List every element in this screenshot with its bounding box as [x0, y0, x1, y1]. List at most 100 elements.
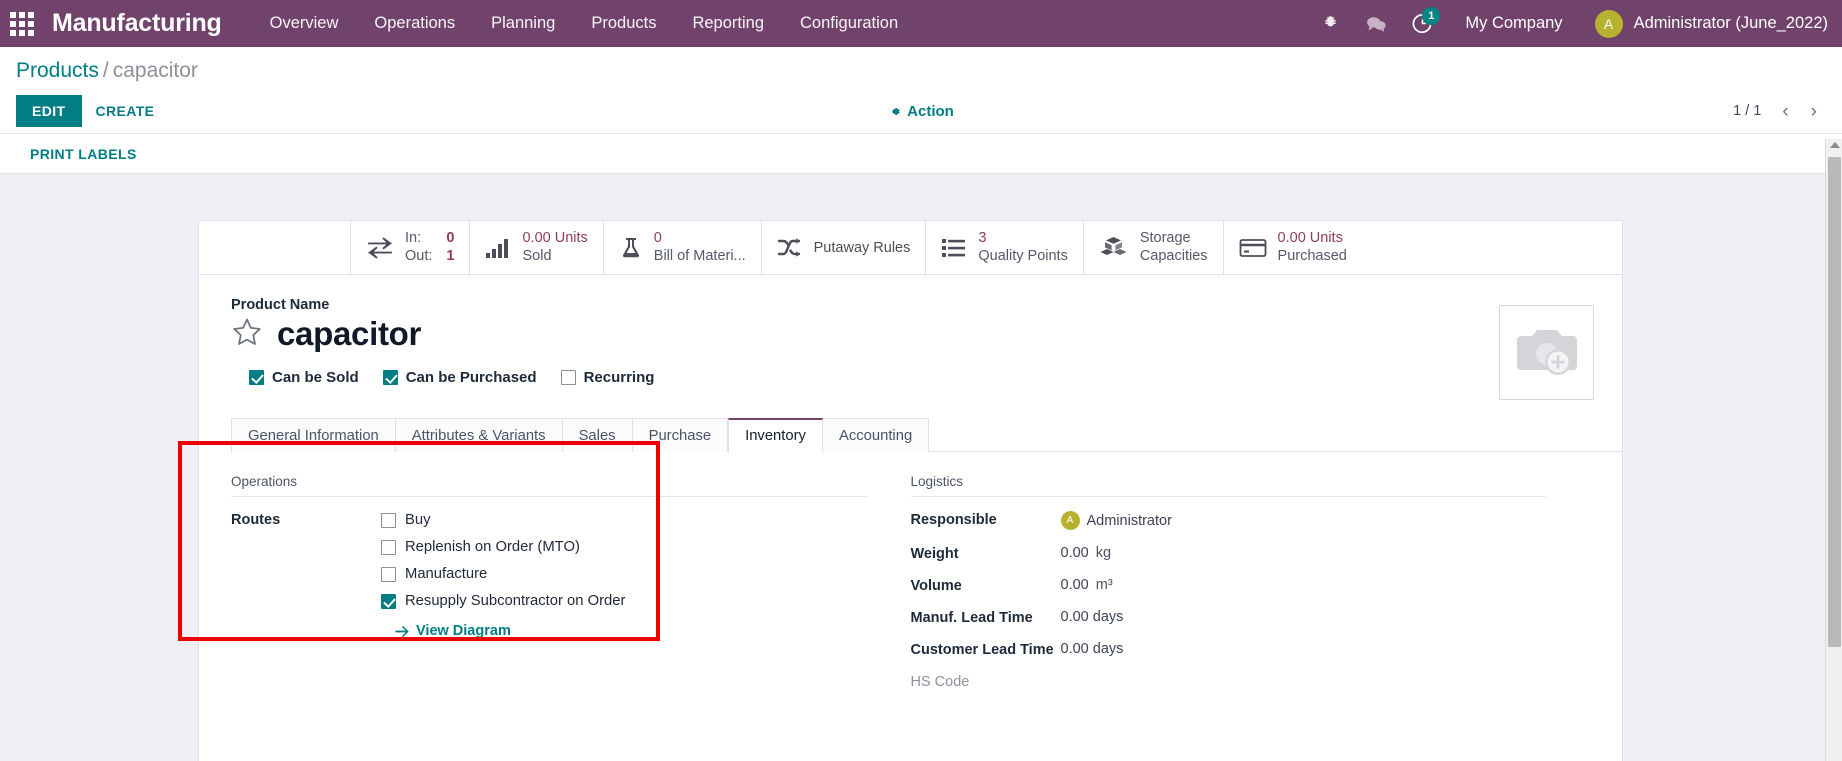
weight-number: 0.00 — [1060, 545, 1089, 561]
activity-clock-icon[interactable]: 1 — [1405, 0, 1441, 47]
pager-previous-button[interactable]: ‹ — [1773, 100, 1797, 123]
volume-number: 0.00 — [1060, 577, 1089, 593]
flag-can-be-sold[interactable]: Can be Sold — [249, 369, 359, 386]
smart-button-putaway-rules[interactable]: Putaway Rules — [762, 221, 927, 274]
in-label: In: — [405, 230, 422, 247]
route-buy-checkbox[interactable] — [381, 512, 396, 528]
smart-button-forecasted[interactable]: In: 0 Out: 1 — [351, 221, 471, 274]
activity-count-badge: 1 — [1422, 7, 1441, 25]
hs-code-label: HS Code — [910, 674, 970, 690]
breadcrumb-current: capacitor — [112, 59, 198, 82]
weight-unit: kg — [1095, 545, 1112, 561]
avatar: A — [1594, 9, 1623, 38]
route-manufacture-label: Manufacture — [405, 566, 488, 582]
user-menu[interactable]: A Administrator (June_2022) — [1583, 9, 1828, 38]
putaway-rules-label: Putaway Rules — [813, 239, 911, 256]
weight-value[interactable]: 0.00 kg — [1061, 545, 1112, 561]
control-panel-buttons-row: EDIT CREATE Action 1 / 1 ‹ › — [16, 91, 1826, 131]
bug-icon[interactable] — [1313, 0, 1347, 47]
routes-field-row: Routes Buy Replenish on Order (MTO) Manu… — [231, 511, 867, 639]
action-button[interactable]: Action — [888, 103, 954, 120]
tab-purchase[interactable]: Purchase — [632, 418, 729, 452]
can-be-sold-label: Can be Sold — [272, 369, 359, 386]
smart-button-sold[interactable]: 0.00 Units Sold — [470, 221, 604, 274]
route-buy[interactable]: Buy — [381, 512, 625, 528]
manuf-lead-time-value[interactable]: 0.00 days — [1061, 609, 1124, 625]
responsible-field-row: Responsible A Administrator — [911, 511, 1547, 530]
product-title-row: capacitor — [231, 316, 1594, 353]
route-replenish-on-order-checkbox[interactable] — [381, 539, 396, 555]
arrow-right-icon — [395, 625, 409, 637]
can-be-purchased-checkbox[interactable] — [382, 370, 398, 385]
storage-label: Capacities — [1139, 247, 1208, 264]
star-outline-icon[interactable] — [231, 316, 263, 353]
route-resupply-subcontractor-checkbox[interactable] — [381, 593, 396, 609]
volume-unit: m³ — [1095, 577, 1113, 593]
list-icon — [941, 237, 967, 259]
breadcrumb-products[interactable]: Products — [16, 59, 99, 82]
apps-grid-icon[interactable] — [6, 8, 38, 40]
route-resupply-subcontractor[interactable]: Resupply Subcontractor on Order — [381, 593, 625, 609]
scrollbar-thumb[interactable] — [1828, 157, 1841, 647]
pager-next-button[interactable]: › — [1802, 100, 1826, 123]
operations-group-title: Operations — [231, 474, 867, 497]
recurring-checkbox[interactable] — [560, 370, 576, 385]
messages-icon[interactable] — [1359, 0, 1393, 47]
sold-label: Sold — [522, 247, 552, 264]
responsible-value[interactable]: A Administrator — [1060, 511, 1172, 530]
menu-item-products[interactable]: Products — [573, 0, 674, 47]
recurring-label: Recurring — [583, 369, 655, 386]
smart-button-quality-points[interactable]: 3 Quality Points — [926, 221, 1084, 274]
route-manufacture-checkbox[interactable] — [381, 566, 396, 582]
company-switcher[interactable]: My Company — [1445, 14, 1582, 33]
edit-button[interactable]: EDIT — [16, 95, 82, 127]
route-replenish-on-order[interactable]: Replenish on Order (MTO) — [381, 539, 625, 555]
tabs-filler — [929, 418, 1590, 452]
route-manufacture[interactable]: Manufacture — [381, 566, 625, 582]
menu-item-operations[interactable]: Operations — [356, 0, 473, 47]
can-be-sold-checkbox[interactable] — [249, 370, 264, 385]
print-labels-button[interactable]: PRINT LABELS — [16, 138, 151, 170]
menu-item-planning[interactable]: Planning — [473, 0, 573, 47]
storage-value: Storage — [1139, 230, 1191, 247]
boxes-icon — [1099, 236, 1129, 260]
app-brand-title[interactable]: Manufacturing — [52, 9, 222, 38]
tab-inventory[interactable]: Inventory — [728, 418, 823, 452]
action-button-label: Action — [907, 102, 954, 120]
smart-button-bill-of-materials[interactable]: 0 Bill of Materi... — [604, 221, 762, 274]
smart-button-storage-capacities[interactable]: Storage Capacities — [1084, 221, 1224, 274]
purchased-label: Purchased — [1277, 247, 1347, 264]
menu-item-overview[interactable]: Overview — [252, 0, 357, 47]
page-title: capacitor — [277, 315, 422, 353]
weight-field-row: Weight 0.00 kg — [911, 545, 1547, 562]
scroll-up-arrow-icon[interactable] — [1830, 142, 1840, 148]
top-navbar: Manufacturing Overview Operations Planni… — [0, 0, 1842, 47]
weight-label: Weight — [910, 546, 959, 562]
flag-can-be-purchased[interactable]: Can be Purchased — [382, 369, 537, 386]
create-button[interactable]: CREATE — [82, 95, 169, 127]
smart-button-forecasted-values: In: 0 Out: 1 — [405, 230, 454, 264]
main-menu: Overview Operations Planning Products Re… — [252, 0, 917, 47]
flag-recurring[interactable]: Recurring — [560, 369, 655, 386]
tab-accounting[interactable]: Accounting — [822, 418, 930, 452]
view-diagram-link[interactable]: View Diagram — [395, 623, 625, 639]
content-area: In: 0 Out: 1 0.00 Units Sold 0 Bill of M… — [0, 180, 1842, 761]
vertical-scrollbar[interactable] — [1825, 139, 1842, 761]
pager-value: 1 / 1 — [1733, 103, 1762, 119]
purchased-value: 0.00 Units — [1277, 230, 1343, 247]
tab-general-information[interactable]: General Information — [231, 418, 396, 452]
tab-attributes-variants[interactable]: Attributes & Variants — [395, 418, 563, 452]
volume-value[interactable]: 0.00 m³ — [1061, 577, 1113, 593]
smart-button-quality-text: 3 Quality Points — [978, 230, 1067, 264]
customer-lead-time-label: Customer Lead Time — [910, 642, 1054, 658]
product-image-upload[interactable] — [1499, 305, 1594, 400]
menu-item-configuration[interactable]: Configuration — [782, 0, 916, 47]
arrows-exchange-icon — [366, 236, 394, 259]
responsible-avatar: A — [1060, 511, 1080, 530]
volume-label: Volume — [910, 578, 962, 594]
tab-sales[interactable]: Sales — [562, 418, 633, 452]
smart-button-purchased[interactable]: 0.00 Units Purchased — [1224, 221, 1362, 274]
hs-code-field-row: HS Code — [911, 673, 1547, 690]
menu-item-reporting[interactable]: Reporting — [674, 0, 782, 47]
customer-lead-time-value[interactable]: 0.00 days — [1061, 641, 1124, 657]
